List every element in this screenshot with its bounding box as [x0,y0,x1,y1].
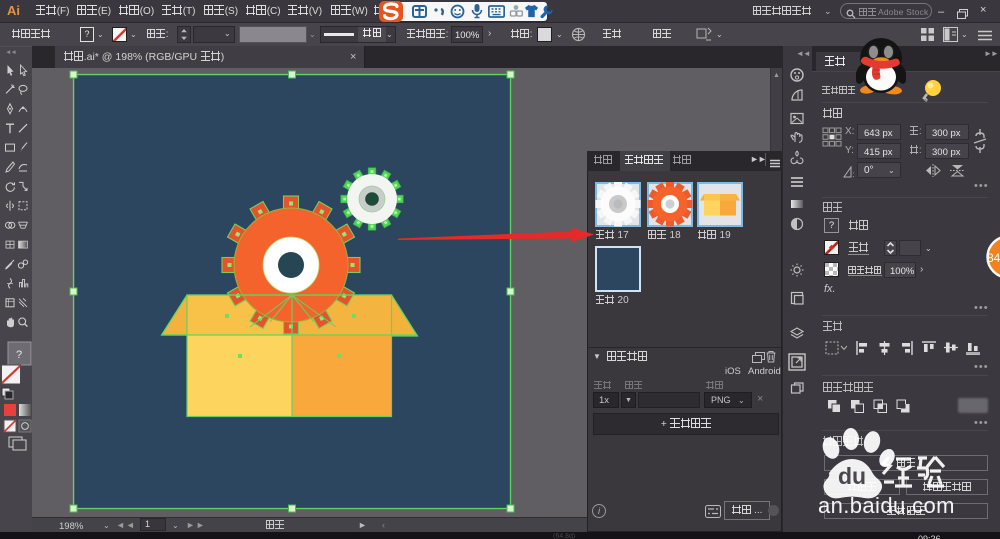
svg-text:84: 84 [987,251,1000,265]
svg-text:du: du [838,463,866,489]
svg-text:?: ? [16,349,22,361]
svg-text::: : [853,170,855,178]
svg-text:an.baidu.com: an.baidu.com [818,493,955,518]
